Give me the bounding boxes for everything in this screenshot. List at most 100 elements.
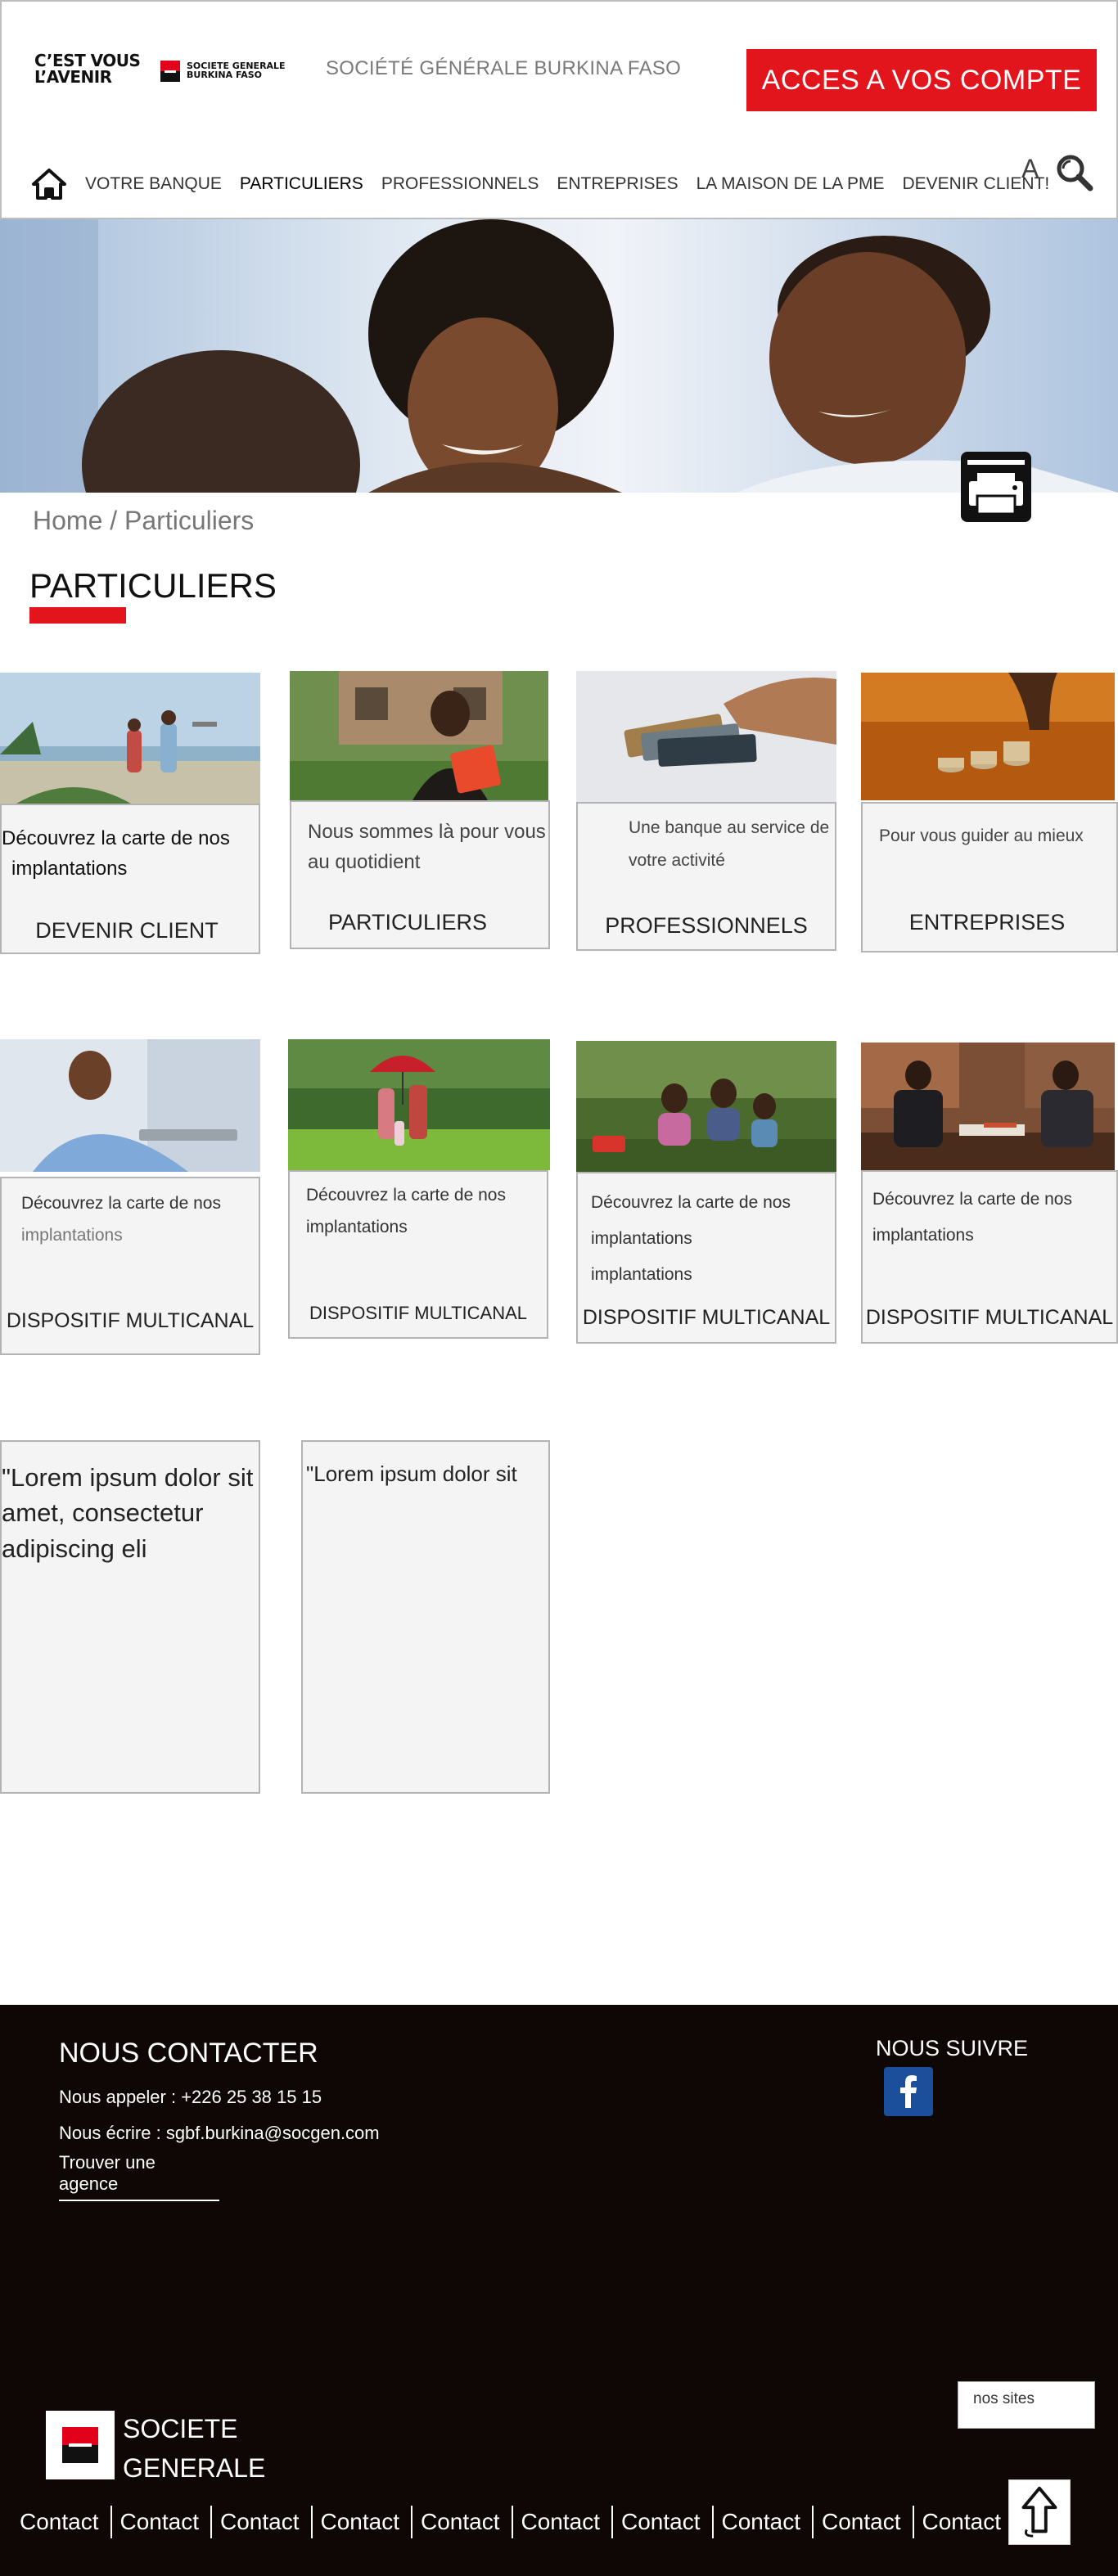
card-description: Découvrez la carte de nos implantations — [306, 1180, 506, 1244]
card-image-family-umbrella — [288, 1039, 550, 1170]
card-label[interactable]: DISPOSITIF MULTICANAL — [578, 1306, 835, 1330]
card-label[interactable]: ENTREPRISES — [858, 910, 1116, 935]
card-image-family-garden — [576, 1041, 836, 1172]
lorem-card-text: "Lorem ipsum dolor sit amet, consectetur… — [2, 1463, 254, 1563]
card-description: Découvrez la carte de nos implantations … — [591, 1185, 791, 1293]
contact-link[interactable]: Contact — [618, 2506, 714, 2538]
card-professionnels[interactable]: Une banque au service de votre activité … — [576, 671, 836, 954]
contact-link[interactable]: Contact — [16, 2506, 112, 2538]
contact-link[interactable]: Contact — [217, 2506, 313, 2538]
sg-brand-line: SOCIETE — [123, 2414, 238, 2443]
find-agency-link[interactable]: Trouver une agence — [59, 2152, 219, 2201]
search-icon[interactable] — [1054, 152, 1093, 191]
card-body: Découvrez la carte de nos implantations … — [0, 1177, 260, 1355]
contact-link[interactable]: Contact — [117, 2506, 212, 2538]
card-desc-line: Découvrez la carte de nos — [21, 1194, 221, 1213]
card-desc-line: implantations — [11, 858, 128, 880]
card-body: Découvrez la carte de nos implantations … — [0, 804, 260, 954]
card-desc-line: Découvrez la carte de nos — [591, 1193, 791, 1212]
lorem-card[interactable]: "Lorem ipsum dolor sit amet, consectetur… — [0, 1440, 260, 1794]
card-desc-line: implantations — [306, 1217, 408, 1236]
card-desc-line: Découvrez la carte de nos — [2, 827, 230, 849]
card-desc-line: implantations — [872, 1226, 974, 1245]
card-image-man-laptop — [0, 1039, 260, 1172]
nav-item-entreprises[interactable]: ENTREPRISES — [557, 174, 678, 194]
card-label[interactable]: DISPOSITIF MULTICANAL — [290, 1303, 547, 1324]
card-body: Une banque au service de votre activité … — [576, 802, 836, 951]
card-image-people-beach — [0, 673, 260, 804]
nav-item-professionnels[interactable]: PROFESSIONNELS — [381, 174, 539, 194]
lorem-card[interactable]: "Lorem ipsum dolor sit — [301, 1440, 550, 1794]
card-entreprises[interactable]: Pour vous guider au mieux ENTREPRISES — [861, 673, 1118, 954]
logo-slogan: C’EST VOUS L’AVENIR — [34, 52, 157, 85]
sites-select[interactable]: nos sites — [958, 2381, 1095, 2429]
card-body: Découvrez la carte de nos implantations … — [576, 1172, 836, 1344]
card-particuliers[interactable]: Nous sommes là pour vous au quotidient P… — [290, 671, 550, 954]
card-body: Nous sommes là pour vous au quotidient P… — [290, 800, 550, 949]
follow-title: NOUS SUIVRE — [876, 2036, 1029, 2060]
page-title: PARTICULIERS — [29, 566, 277, 605]
contact-link[interactable]: Contact — [518, 2506, 613, 2538]
card-body: Découvrez la carte de nos implantations … — [861, 1170, 1118, 1344]
site-title: SOCIÉTÉ GÉNÉRALE BURKINA FASO — [326, 57, 682, 79]
logo-slogan-line: C’EST VOUS — [34, 51, 141, 70]
card-desc-line: Découvrez la carte de nos — [306, 1186, 506, 1205]
print-icon[interactable] — [959, 450, 1033, 524]
contact-link[interactable]: Contact — [919, 2506, 1013, 2538]
contact-link[interactable]: Contact — [318, 2506, 412, 2538]
card-multicanal-3[interactable]: Découvrez la carte de nos implantations … — [576, 1041, 836, 1347]
logo-bank-name: SOCIETE GENERALE BURKINA FASO — [187, 61, 309, 79]
card-desc-line: implantations — [591, 1265, 692, 1285]
site-footer: NOUS CONTACTER Nous appeler : +226 25 38… — [0, 2005, 1118, 2576]
card-description: Découvrez la carte de nos implantations — [2, 823, 230, 884]
card-desc-line: implantations — [21, 1225, 123, 1245]
back-to-top-arrow-icon[interactable] — [1008, 2479, 1071, 2545]
card-description: Nous sommes là pour vous au quotidient — [308, 817, 546, 877]
card-label[interactable]: PARTICULIERS — [267, 910, 548, 935]
sg-logo — [46, 2411, 115, 2479]
facebook-icon[interactable] — [884, 2067, 933, 2116]
sg-logo-mark-icon — [62, 2427, 98, 2463]
card-devenir-client[interactable]: Découvrez la carte de nos implantations … — [0, 673, 262, 954]
main-nav: VOTRE BANQUE PARTICULIERS PROFESSIONNELS… — [31, 165, 1067, 203]
card-body: Découvrez la carte de nos implantations … — [288, 1170, 548, 1339]
card-description: Découvrez la carte de nos implantations — [872, 1182, 1072, 1254]
card-multicanal-4[interactable]: Découvrez la carte de nos implantations … — [861, 1043, 1118, 1347]
nav-item-maison-pme[interactable]: LA MAISON DE LA PME — [696, 174, 885, 194]
card-image-hand-cards — [576, 671, 836, 802]
card-desc-line: implantations — [591, 1229, 692, 1249]
nav-item-votre-banque[interactable]: VOTRE BANQUE — [85, 174, 222, 194]
card-image-coins-stack — [861, 673, 1115, 800]
card-label[interactable]: DISPOSITIF MULTICANAL — [2, 1309, 259, 1333]
home-icon[interactable] — [31, 168, 67, 200]
logo-slogan-line: L’AVENIR — [34, 67, 112, 87]
card-label[interactable]: DISPOSITIF MULTICANAL — [863, 1306, 1116, 1330]
card-description: Une banque au service de votre activité — [629, 812, 829, 877]
site-header: C’EST VOUS L’AVENIR SOCIETE GENERALE BUR… — [0, 0, 1118, 219]
hero-photo — [0, 219, 1118, 493]
card-label[interactable]: DEVENIR CLIENT — [0, 918, 259, 943]
sg-brand-name: SOCIETE GENERALE — [123, 2409, 265, 2488]
contact-link[interactable]: Contact — [818, 2506, 914, 2538]
font-size-toggle[interactable]: A — [1021, 154, 1039, 184]
card-image-woman-folder — [290, 671, 548, 800]
breadcrumb[interactable]: Home / Particuliers — [33, 506, 254, 536]
account-access-button[interactable]: ACCES A VOS COMPTE — [746, 49, 1097, 111]
card-multicanal-1[interactable]: Découvrez la carte de nos implantations … — [0, 1039, 262, 1355]
logo-name-line: BURKINA FASO — [187, 70, 262, 80]
card-desc-line: Nous sommes là pour vous — [308, 821, 546, 843]
contact-link[interactable]: Contact — [417, 2506, 513, 2538]
card-desc-line: Pour vous guider au mieux — [879, 826, 1084, 845]
card-multicanal-2[interactable]: Découvrez la carte de nos implantations … — [288, 1039, 550, 1347]
contact-email[interactable]: Nous écrire : sgbf.burkina@socgen.com — [59, 2123, 380, 2144]
card-image-office-meeting — [861, 1043, 1115, 1170]
card-description: Pour vous guider au mieux — [879, 823, 1084, 850]
contact-title: NOUS CONTACTER — [59, 2038, 318, 2069]
contact-link[interactable]: Contact — [719, 2506, 814, 2538]
title-underline — [29, 607, 126, 624]
hero-banner-image — [0, 219, 1118, 493]
card-label[interactable]: PROFESSIONNELS — [578, 913, 835, 939]
contact-phone[interactable]: Nous appeler : +226 25 38 15 15 — [59, 2087, 322, 2108]
brand-logo[interactable]: C’EST VOUS L’AVENIR SOCIETE GENERALE BUR… — [34, 52, 304, 90]
nav-item-particuliers[interactable]: PARTICULIERS — [240, 174, 363, 194]
